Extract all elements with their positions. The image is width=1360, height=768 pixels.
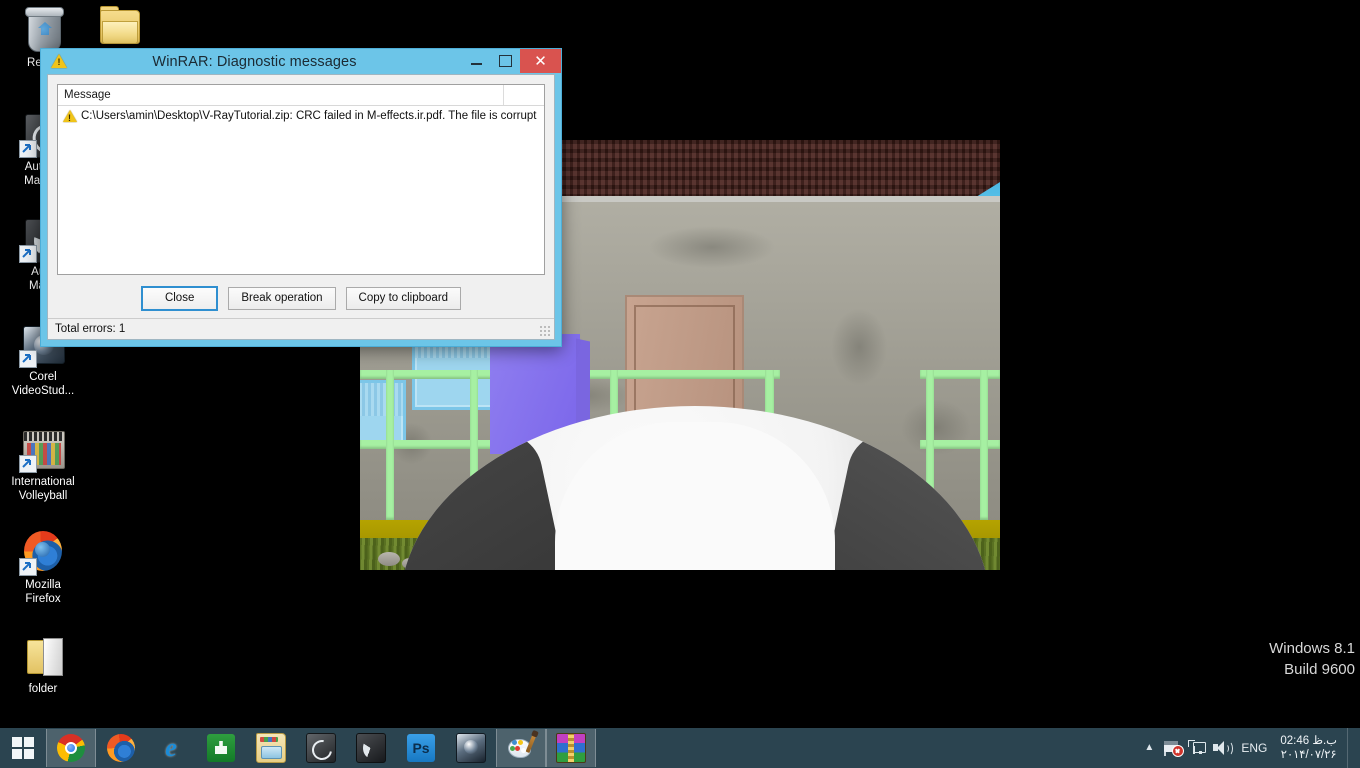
desktop-icon-folder[interactable]: folder: [0, 632, 86, 697]
chevron-up-icon: ▲: [1144, 742, 1155, 753]
taskbar-item-adobe-photoshop[interactable]: Ps: [396, 729, 446, 767]
corel-icon: [456, 733, 486, 763]
open-folder-icon: [19, 632, 67, 680]
shortcut-arrow-icon: [19, 350, 37, 368]
shortcut-arrow-icon: [19, 455, 37, 473]
winrar-icon: [556, 733, 586, 763]
show-desktop-button[interactable]: [1347, 728, 1356, 768]
message-list-header[interactable]: Message: [58, 85, 544, 106]
taskbar-item-windows-store[interactable]: [196, 729, 246, 767]
ie-icon: e: [165, 733, 177, 762]
3dsmax-icon: [306, 733, 336, 763]
desktop-icon-label: Corel VideoStud...: [11, 371, 75, 397]
volume-button[interactable]: [1210, 734, 1234, 762]
render-rock-1: [378, 552, 400, 566]
recycle-bin-icon: [19, 6, 67, 54]
column-header-message[interactable]: Message: [58, 85, 504, 105]
dialog-status-bar: Total errors: 1: [48, 318, 554, 339]
render-rail-v1: [386, 370, 394, 520]
shortcut-arrow-icon: [19, 140, 37, 158]
shortcut-arrow-icon: [19, 245, 37, 263]
table-row[interactable]: C:\Users\amin\Desktop\V-RayTutorial.zip:…: [58, 106, 544, 125]
total-errors-status: Total errors: 1: [55, 323, 126, 335]
language-indicator[interactable]: ENG: [1234, 741, 1274, 755]
desktop-icon-label: Mozilla Firefox: [25, 579, 61, 605]
system-tray[interactable]: ▲ ENG 02:46 ب.ظ ۲۰۱۴/۰۷/۲۶: [1138, 728, 1360, 768]
desktop-icon-top-folder[interactable]: [75, 2, 161, 53]
column-header-spare[interactable]: [504, 85, 544, 105]
folder-icon: [94, 2, 142, 50]
clock-time: 02:46 ب.ظ: [1280, 735, 1337, 747]
watermark-line-2: Build 9600: [1284, 661, 1355, 678]
shortcut-arrow-icon: [19, 558, 37, 576]
photoshop-icon: Ps: [407, 734, 435, 762]
message-text: C:\Users\amin\Desktop\V-RayTutorial.zip:…: [81, 109, 537, 122]
taskbar-items[interactable]: e Ps: [46, 728, 596, 768]
taskbar-item-internet-explorer[interactable]: e: [146, 729, 196, 767]
firefox-icon: [19, 528, 67, 576]
firefox-icon: [107, 734, 135, 762]
resize-grip[interactable]: [539, 325, 551, 337]
windows-logo-icon: [12, 737, 34, 759]
break-operation-button[interactable]: Break operation: [228, 286, 336, 310]
explorer-icon: [256, 733, 286, 763]
minimize-button[interactable]: [462, 49, 491, 73]
desktop-icon-label: International Volleyball: [11, 476, 75, 502]
taskbar-item-google-chrome[interactable]: [46, 729, 96, 767]
maya-icon: [356, 733, 386, 763]
dialog-title: WinRAR: Diagnostic messages: [152, 53, 357, 70]
winrar-diagnostic-messages-dialog[interactable]: WinRAR: Diagnostic messages ✕ Message C:…: [40, 48, 562, 347]
desktop-icon-international-volleyball[interactable]: International Volleyball: [0, 425, 86, 503]
clock[interactable]: 02:46 ب.ظ ۲۰۱۴/۰۷/۲۶: [1276, 734, 1345, 762]
taskbar-item-file-explorer[interactable]: [246, 729, 296, 767]
show-hidden-icons-button[interactable]: ▲: [1138, 734, 1160, 762]
network-button[interactable]: [1186, 734, 1208, 762]
windows-activation-watermark: Windows 8.1 Build 9600: [1269, 638, 1355, 680]
dialog-button-row: Close Break operation Copy to clipboard: [48, 283, 554, 313]
dialog-title-bar[interactable]: WinRAR: Diagnostic messages ✕: [41, 49, 561, 74]
taskbar-item-corel-videostudio[interactable]: [446, 729, 496, 767]
copy-to-clipboard-button[interactable]: Copy to clipboard: [345, 286, 462, 310]
desktop-icon-label: folder: [28, 683, 58, 695]
volume-icon: [1212, 740, 1234, 756]
network-icon: [1188, 740, 1207, 756]
start-button[interactable]: [0, 728, 46, 768]
close-button[interactable]: ✕: [520, 49, 561, 73]
window-controls[interactable]: ✕: [462, 49, 561, 74]
international-volleyball-icon: [19, 425, 67, 473]
clock-date: ۲۰۱۴/۰۷/۲۶: [1280, 749, 1337, 761]
taskbar-item-autodesk-3ds-max[interactable]: [296, 729, 346, 767]
taskbar[interactable]: e Ps ▲ ENG 02:46 ب.ظ ۲۰۱۴/۰۷/۲۶: [0, 728, 1360, 768]
message-list[interactable]: Message C:\Users\amin\Desktop\V-RayTutor…: [57, 84, 545, 275]
desktop-icon-mozilla-firefox[interactable]: Mozilla Firefox: [0, 528, 86, 606]
dialog-body: Message C:\Users\amin\Desktop\V-RayTutor…: [47, 74, 555, 340]
paint-icon: [507, 733, 537, 762]
store-icon: [207, 734, 235, 762]
warning-icon: [62, 109, 77, 123]
warning-icon: [51, 54, 67, 69]
close-dialog-button[interactable]: Close: [140, 285, 219, 311]
render-foreground-shadow: [360, 570, 1000, 623]
watermark-line-1: Windows 8.1: [1269, 640, 1355, 657]
action-center-flag-icon: [1163, 740, 1184, 757]
action-center-button[interactable]: [1162, 734, 1184, 762]
render-window-right: [360, 380, 406, 446]
maximize-button[interactable]: [491, 49, 520, 73]
chrome-icon: [57, 734, 85, 762]
taskbar-item-winrar[interactable]: [546, 729, 596, 767]
taskbar-item-autodesk-maya[interactable]: [346, 729, 396, 767]
taskbar-item-mozilla-firefox[interactable]: [96, 729, 146, 767]
desktop[interactable]: Recyc Autode Max 20 Auto Maya Corel Vid: [0, 0, 1360, 728]
taskbar-item-paint[interactable]: [496, 729, 546, 767]
